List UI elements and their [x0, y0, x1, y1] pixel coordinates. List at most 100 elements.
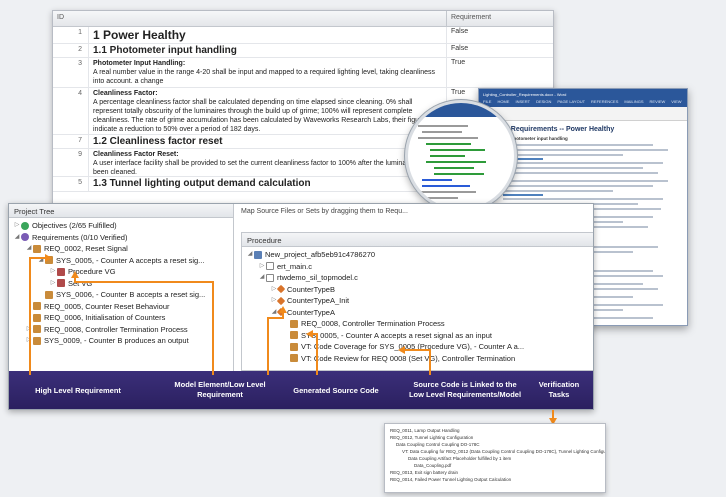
list-item[interactable]: Data Coupling Artifact Placeholder fulfi…	[390, 455, 600, 462]
row-title: 1 Power Healthy	[93, 28, 186, 42]
requirement-icon	[33, 325, 41, 334]
tree-item-requirements[interactable]: ◢ Requirements (0/10 Verified)	[13, 232, 229, 244]
column-header-requirement[interactable]: Requirement	[447, 11, 495, 26]
tree-item-req-0002[interactable]: ◢ REQ_0002, Reset Signal	[13, 243, 229, 255]
tree-item-linked-req[interactable]: REQ_0008, Controller Termination Process	[246, 318, 591, 330]
expand-arrow-icon[interactable]: ▷	[49, 278, 57, 290]
task-icon	[290, 354, 298, 363]
tree-item-sys-0006[interactable]: SYS_0006, - Counter B accepts a reset si…	[13, 289, 229, 301]
tree-item-label: Procedure VG	[68, 267, 116, 276]
tree-item-label: REQ_0002, Reset Signal	[44, 244, 128, 253]
word-tab[interactable]: REFERENCES	[591, 99, 618, 107]
tree-item-function[interactable]: ◢ CounterTypeA	[246, 307, 591, 319]
row-number: 1	[53, 27, 89, 43]
function-icon	[276, 296, 286, 305]
verification-task-list: REQ_0011, Lamp Output Handling REQ_0012,…	[384, 423, 606, 493]
tree-item-sys-0009[interactable]: ▷ SYS_0009, - Counter B produces an outpu…	[13, 335, 229, 347]
table-row[interactable]: 2 1.1 Photometer input handling False	[53, 44, 553, 58]
tree-item-label: Requirements (0/10 Verified)	[32, 232, 128, 242]
row-number: 9	[53, 149, 89, 176]
tree-item-label: ert_main.c	[277, 261, 313, 271]
label-high-level-requirement: High Level Requirement	[35, 386, 121, 395]
word-tab[interactable]: MAILINGS	[624, 99, 643, 107]
tree-item-set-vg[interactable]: ▷ Set VG	[13, 278, 229, 290]
list-item[interactable]: REQ_0013, Exit sign battery drain	[390, 469, 600, 476]
row-value: False	[451, 45, 469, 52]
tree-item-label: REQ_0008, Controller Termination Process	[301, 319, 445, 328]
set-icon	[57, 267, 65, 276]
set-icon	[57, 279, 65, 288]
word-ribbon	[479, 107, 687, 121]
list-item[interactable]: VT: Data Coupling for REQ_0012 (Data Cou…	[390, 448, 605, 455]
list-item[interactable]: Data Coupling Control Coupling DO-178C	[390, 441, 600, 448]
expand-arrow-icon[interactable]: ▷	[258, 261, 266, 273]
tree-item-label: VT: Code Review for REQ 0008 (Set VG), C…	[301, 353, 516, 363]
list-item[interactable]: Data_Coupling.pdf	[390, 462, 600, 469]
word-tab[interactable]: VIEW	[671, 99, 681, 107]
expand-arrow-icon[interactable]: ▷	[25, 335, 33, 347]
word-tab[interactable]: INSERT	[515, 99, 530, 107]
map-hint-text: Map Source Files or Sets by dragging the…	[241, 208, 408, 215]
expand-arrow-icon[interactable]: ▷	[25, 324, 33, 336]
word-tab[interactable]: DESIGN	[536, 99, 551, 107]
tree-item-function[interactable]: ▷ CounterTypeA_Init	[246, 295, 591, 307]
tree-item-label: rtwdemo_sil_topmodel.c	[277, 273, 358, 282]
requirement-icon	[33, 244, 41, 253]
tree-item-linked-req[interactable]: SYS_0005, - Counter A accepts a reset si…	[246, 330, 591, 342]
requirement-icon	[33, 336, 41, 345]
row-number: 3	[53, 58, 89, 87]
tree-item-req-0006[interactable]: REQ_0006, Initialisation of Counters	[13, 312, 229, 324]
tree-item-req-0005[interactable]: REQ_0005, Counter Reset Behaviour	[13, 301, 229, 313]
tree-item-verification-task[interactable]: VT: Code Review for REQ 0008 (Set VG), C…	[246, 353, 591, 365]
column-header-id[interactable]: ID	[53, 11, 447, 26]
tree-item-verification-task[interactable]: VT: Code Coverage for SYS_0005 (Procedur…	[246, 341, 591, 353]
row-title: Cleanliness Factor:	[93, 90, 158, 97]
tree-item-label: Objectives (2/65 Fulfilled)	[32, 221, 117, 230]
collapse-arrow-icon[interactable]: ◢	[25, 243, 33, 255]
collapse-arrow-icon[interactable]: ◢	[246, 249, 254, 261]
function-icon	[276, 308, 286, 317]
word-tab[interactable]: PAGE LAYOUT	[557, 99, 585, 107]
tree-item-objectives[interactable]: ▷ Objectives (2/65 Fulfilled)	[13, 220, 229, 232]
collapse-arrow-icon[interactable]: ◢	[13, 232, 21, 244]
label-source-linked: Source Code is Linked to the Low Level R…	[408, 380, 522, 399]
table-row[interactable]: 1 1 Power Healthy False	[53, 27, 553, 44]
list-item[interactable]: REQ_0012, Tunnel Lighting Configuration	[390, 434, 600, 441]
list-item[interactable]: REQ_0011, Lamp Output Handling	[390, 427, 600, 434]
tree-item-label: SYS_0009, - Counter B produces an output	[44, 336, 189, 345]
tree-item-procedure-vg[interactable]: ▷ Procedure VG	[13, 266, 229, 278]
tree-item-file-rtwdemo[interactable]: ◢ rtwdemo_sil_topmodel.c	[246, 272, 591, 284]
collapse-arrow-icon[interactable]: ◢	[37, 255, 45, 267]
row-number: 7	[53, 135, 89, 148]
row-number: 2	[53, 44, 89, 57]
tree-item-label: VT: Code Coverage for SYS_0005 (Procedur…	[301, 342, 525, 351]
tree-item-file-ert-main[interactable]: ▷ ert_main.c	[246, 261, 591, 273]
tree-item-sys-0005[interactable]: ◢ SYS_0005, - Counter A accepts a reset s…	[13, 255, 229, 267]
row-value: False	[451, 28, 469, 35]
requirement-icon	[33, 313, 41, 322]
tree-item-label: SYS_0006, - Counter B accepts a reset si…	[56, 290, 206, 299]
word-tab[interactable]: REVIEW	[650, 99, 666, 107]
word-tab[interactable]: HOME	[497, 99, 509, 107]
row-text: A percentage cleanliness factor shall be…	[93, 99, 429, 133]
row-number: 4	[53, 88, 89, 134]
tree-item-label: REQ_0005, Counter Reset Behaviour	[44, 301, 170, 311]
procedure-panel: Procedure ◢ New_project_afb5eb91c4786270 …	[241, 232, 593, 371]
requirement-icon	[290, 331, 298, 340]
table-row[interactable]: 3 Photometer Input Handling: A real numb…	[53, 58, 553, 88]
requirement-icon	[33, 302, 41, 311]
list-item[interactable]: REQ_0014, Failed Power Tunnel Lighting O…	[390, 476, 600, 483]
table-header: ID Requirement	[53, 11, 553, 27]
collapse-arrow-icon[interactable]: ◢	[258, 272, 266, 284]
expand-arrow-icon[interactable]: ▷	[49, 266, 57, 278]
label-generated-source-code: Generated Source Code	[293, 386, 379, 395]
tree-item-label: CounterTypeA_Init	[287, 296, 350, 305]
tree-item-label: SYS_0005, - Counter A accepts a reset si…	[56, 255, 205, 265]
row-title: 1.3 Tunnel lighting output demand calcul…	[93, 178, 311, 189]
project-tree-panel: Project Tree ▷ Objectives (2/65 Fulfilled…	[9, 204, 234, 371]
tree-item-label: CounterTypeA	[287, 307, 335, 317]
expand-arrow-icon[interactable]: ▷	[13, 220, 21, 232]
tree-item-function[interactable]: ▷ CounterTypeB	[246, 284, 591, 296]
tree-item-project[interactable]: ◢ New_project_afb5eb91c4786270	[246, 249, 591, 261]
tree-item-req-0008[interactable]: ▷ REQ_0008, Controller Termination Proces…	[13, 324, 229, 336]
